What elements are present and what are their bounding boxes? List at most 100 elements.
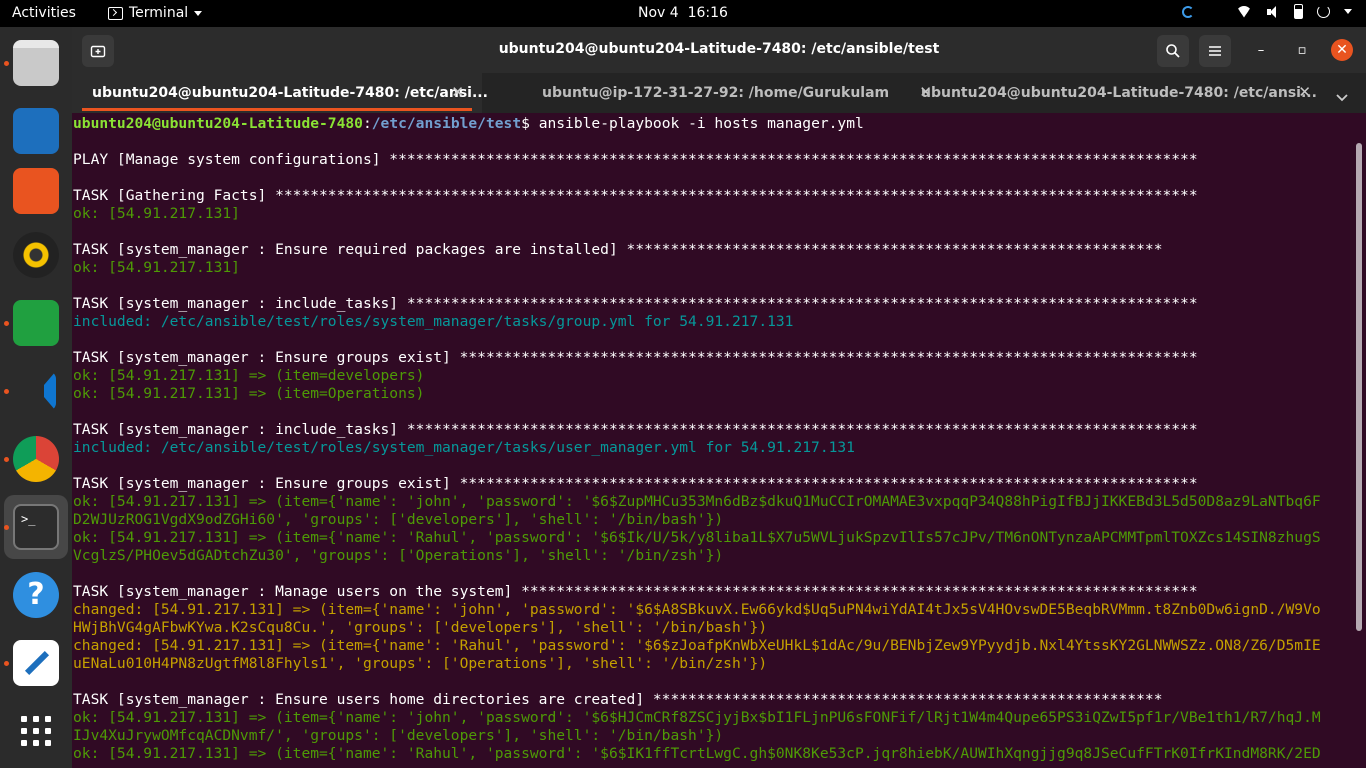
- output-lines: PLAY [Manage system configurations] ****…: [73, 133, 1366, 763]
- terminal-line: changed: [54.91.217.131] => (item={'name…: [73, 601, 1321, 618]
- active-tab-indicator: [82, 108, 472, 111]
- power-icon[interactable]: [1317, 5, 1330, 18]
- vscode-launcher[interactable]: [4, 359, 68, 423]
- system-tray[interactable]: [1182, 4, 1352, 19]
- clock: Nov 4 16:16: [0, 5, 1366, 21]
- hamburger-menu-icon: [1209, 46, 1221, 56]
- chevron-down-icon[interactable]: [1344, 9, 1352, 14]
- terminal-line: ok: [54.91.217.131] => (item=Operations): [73, 385, 425, 402]
- terminal-line: TASK [system_manager : Manage users on t…: [73, 583, 1198, 600]
- wifi-icon[interactable]: [1236, 5, 1252, 18]
- rhythmbox-icon: [13, 232, 59, 278]
- prompt-line: ubuntu204@ubuntu204-Latitude-7480:/etc/a…: [73, 115, 1366, 133]
- terminal-output[interactable]: ubuntu204@ubuntu204-Latitude-7480:/etc/a…: [72, 115, 1366, 768]
- menu-button[interactable]: [1199, 35, 1231, 67]
- running-indicator: [4, 525, 9, 530]
- prompt-separator: :: [362, 115, 372, 132]
- search-button[interactable]: [1157, 35, 1189, 67]
- battery-icon[interactable]: [1294, 4, 1303, 19]
- chevron-down-icon: [1336, 94, 1348, 102]
- chevron-down-icon: [194, 10, 203, 16]
- clock-date: Nov 4: [638, 5, 679, 21]
- terminal-line: ok: [54.91.217.131] => (item={'name': 'R…: [73, 529, 1321, 546]
- terminal-scrollbar[interactable]: [1356, 143, 1362, 631]
- command-text: ansible-playbook -i hosts manager.yml: [538, 115, 864, 132]
- terminal-line: TASK [system_manager : Ensure required p…: [73, 241, 1163, 258]
- prompt-path: /etc/ansible/test: [371, 115, 522, 132]
- running-indicator: [4, 61, 9, 66]
- tab-close-icon[interactable]: ✕: [1298, 83, 1311, 101]
- maximize-button[interactable]: ▫: [1289, 37, 1315, 63]
- terminal-launcher[interactable]: >_: [4, 495, 68, 559]
- writer-icon: [13, 108, 59, 154]
- terminal-line: TASK [system_manager : Ensure groups exi…: [73, 349, 1198, 366]
- software-launcher[interactable]: [4, 159, 68, 223]
- clock-button[interactable]: Nov 4 16:16: [638, 5, 728, 21]
- calc-launcher[interactable]: [4, 291, 68, 355]
- close-button[interactable]: ✕: [1329, 37, 1355, 63]
- terminal-line: ok: [54.91.217.131]: [73, 259, 240, 276]
- app-menu-label: Terminal: [129, 5, 189, 21]
- files-launcher[interactable]: [4, 31, 68, 95]
- chrome-icon: [13, 436, 59, 482]
- terminal-line: TASK [Gathering Facts] *****************…: [73, 187, 1198, 204]
- tab-3[interactable]: ubuntu204@ubuntu204-Latitude-7480: /etc/…: [901, 73, 1317, 113]
- tab-menu-button[interactable]: [1336, 87, 1348, 106]
- terminal-line: TASK [system_manager : include_tasks] **…: [73, 295, 1198, 312]
- sync-icon[interactable]: [1182, 5, 1194, 18]
- top-bar: Activities Terminal Nov 4 16:16: [0, 0, 1366, 27]
- terminal-line: ok: [54.91.217.131] => (item={'name': 'j…: [73, 493, 1321, 510]
- help-launcher[interactable]: ?: [4, 563, 68, 627]
- software-icon: [13, 168, 59, 214]
- dock: >_?: [0, 27, 72, 768]
- terminal-line: included: /etc/ansible/test/roles/system…: [73, 313, 794, 330]
- show-apps-icon: [21, 716, 51, 746]
- terminal-line: ok: [54.91.217.131] => (item=developers): [73, 367, 425, 384]
- tab-bar: ubuntu204@ubuntu204-Latitude-7480: /etc/…: [72, 73, 1366, 113]
- tab-2[interactable]: ubuntu@ip-172-31-27-92: /home/Gurukulam …: [522, 73, 932, 113]
- tab-label: ubuntu204@ubuntu204-Latitude-7480: /etc/…: [92, 85, 488, 101]
- terminal-line: changed: [54.91.217.131] => (item={'name…: [73, 637, 1321, 654]
- tab-close-icon[interactable]: ✕: [451, 83, 464, 101]
- terminal-icon: >_: [13, 504, 59, 550]
- terminal-line: D2WJUzROG1VgdX9odZGHi60', 'groups': ['de…: [73, 511, 724, 528]
- text-editor-launcher[interactable]: [4, 631, 68, 695]
- volume-icon[interactable]: [1266, 5, 1280, 19]
- running-indicator: [4, 661, 9, 666]
- rhythmbox-launcher[interactable]: [4, 223, 68, 287]
- help-icon: ?: [13, 572, 59, 618]
- vscode-icon: [16, 371, 56, 411]
- tab-1[interactable]: ubuntu204@ubuntu204-Latitude-7480: /etc/…: [72, 73, 488, 113]
- terminal-line: TASK [system_manager : Ensure users home…: [73, 691, 1163, 708]
- activities-button[interactable]: Activities: [12, 5, 76, 21]
- app-menu[interactable]: Terminal: [108, 5, 203, 21]
- clock-time: 16:16: [687, 5, 728, 21]
- title-bar[interactable]: ubuntu204@ubuntu204-Latitude-7480: /etc/…: [72, 27, 1366, 73]
- terminal-line: PLAY [Manage system configurations] ****…: [73, 151, 1198, 168]
- text-editor-icon: [13, 640, 59, 686]
- running-indicator: [4, 389, 9, 394]
- terminal-line: ok: [54.91.217.131] => (item={'name': 'j…: [73, 709, 1321, 726]
- minimize-button[interactable]: –: [1248, 37, 1274, 63]
- calc-icon: [13, 300, 59, 346]
- prompt-end: $: [521, 115, 539, 132]
- close-icon: ✕: [1331, 39, 1353, 61]
- terminal-app-icon: [108, 6, 123, 20]
- new-tab-button[interactable]: [82, 35, 114, 67]
- terminal-line: VcglzS/PHOev5dGADtchZu30', 'groups': ['O…: [73, 547, 724, 564]
- search-icon: [1166, 44, 1180, 58]
- terminal-line: uENaLu010H4PN8zUgtfM8l8Fhyls1', 'groups'…: [73, 655, 768, 672]
- chrome-launcher[interactable]: [4, 427, 68, 491]
- terminal-line: IJv4XuJrywOMfcqACDNvmf/', 'groups': ['de…: [73, 727, 724, 744]
- writer-launcher[interactable]: [4, 99, 68, 163]
- files-icon: [13, 40, 59, 86]
- show-apps-launcher[interactable]: [4, 699, 68, 763]
